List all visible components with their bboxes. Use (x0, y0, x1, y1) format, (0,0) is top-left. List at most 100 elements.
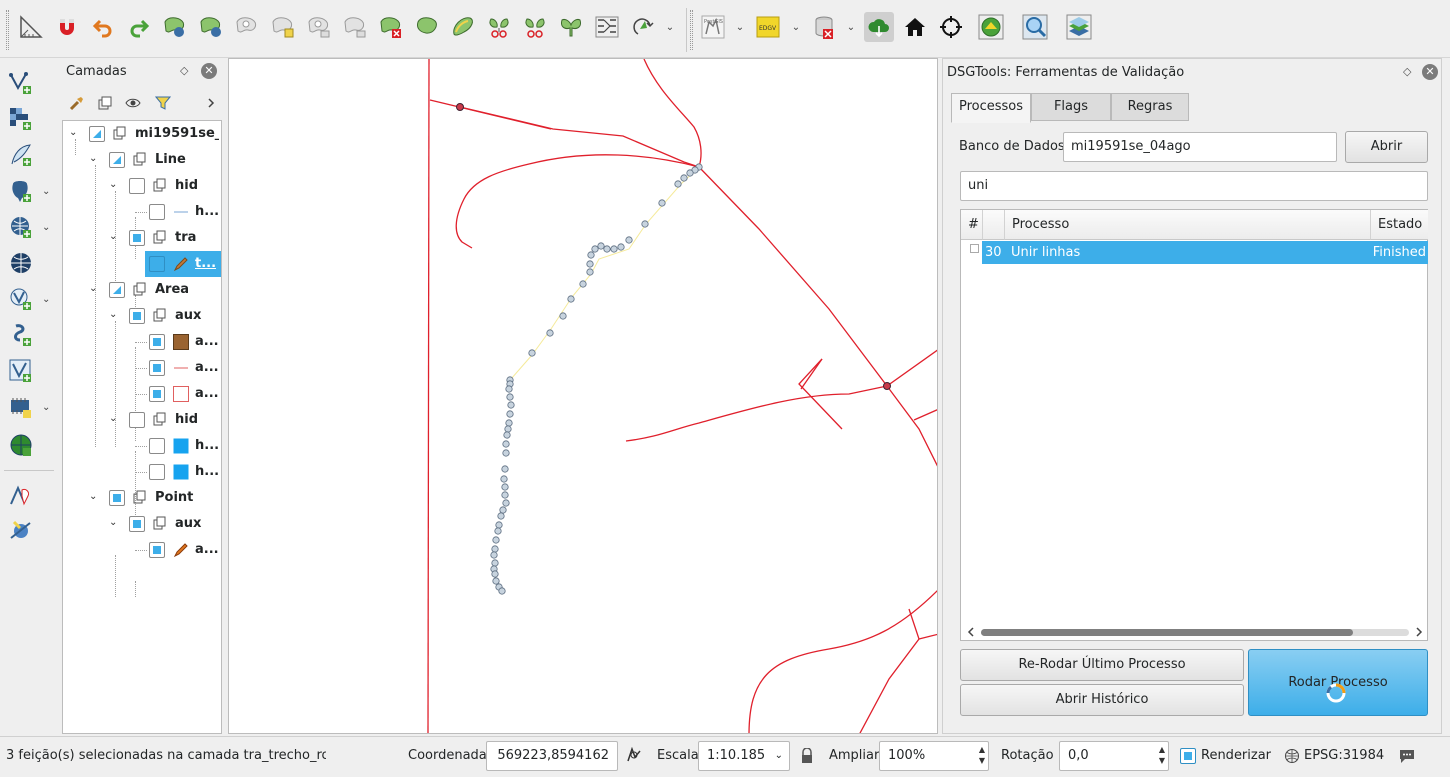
add-virtual-layer-icon[interactable] (6, 284, 36, 314)
redo-icon[interactable] (124, 12, 154, 42)
collapse-arrow-icon[interactable]: ⌄ (89, 491, 99, 503)
layer-checkbox[interactable] (149, 360, 165, 376)
add-wms-layer-icon[interactable] (6, 212, 36, 242)
home-icon[interactable] (900, 12, 930, 42)
rotation-spinbox[interactable]: 0,0 ▲ ▼ (1059, 741, 1169, 771)
merge-features-icon[interactable] (556, 12, 586, 42)
identify-features-icon[interactable] (6, 482, 36, 512)
search-map-icon[interactable] (1020, 12, 1050, 42)
collapse-arrow-icon[interactable]: ⌄ (109, 413, 119, 425)
tab-regras[interactable]: Regras (1111, 93, 1189, 121)
layer-checkbox[interactable] (149, 204, 165, 220)
map-vertex[interactable] (456, 103, 464, 111)
toolbar-grip[interactable] (6, 10, 9, 50)
float-panel-icon[interactable]: ◇ (1403, 65, 1411, 78)
tree-item-layer[interactable]: a... (63, 537, 221, 563)
delete-feature-icon[interactable] (376, 12, 406, 42)
float-panel-icon[interactable]: ◇ (180, 64, 188, 77)
tree-item-layer[interactable]: a... (63, 355, 221, 381)
scroll-left-icon[interactable] (965, 626, 977, 638)
select-feature-icon[interactable] (6, 516, 36, 546)
column-header-id[interactable]: # (961, 210, 983, 240)
render-checkbox[interactable] (1180, 748, 1196, 764)
chevron-down-icon[interactable]: ⌄ (42, 222, 50, 233)
cloud-icon[interactable] (864, 12, 894, 42)
scrollbar-thumb[interactable] (981, 629, 1353, 636)
horizontal-scrollbar[interactable] (965, 626, 1423, 638)
snapping-magnet-icon[interactable] (52, 12, 82, 42)
open-history-button[interactable]: Abrir Histórico (960, 684, 1244, 716)
spin-arrows-icon[interactable]: ▲ ▼ (1159, 744, 1165, 766)
collapse-arrow-icon[interactable]: ⌄ (109, 517, 119, 529)
scroll-right-icon[interactable] (1413, 626, 1425, 638)
layer-checkbox[interactable] (149, 542, 165, 558)
add-xyz-layer-icon[interactable] (6, 430, 36, 460)
layer-checkbox[interactable] (129, 178, 145, 194)
layer-checkbox[interactable] (129, 308, 145, 324)
database-field[interactable]: mi19591se_04ago (1063, 132, 1337, 162)
delete-part-icon[interactable] (340, 12, 370, 42)
chevron-down-icon[interactable]: ⌄ (42, 294, 50, 305)
layer-checkbox[interactable] (129, 412, 145, 428)
add-mesh-layer-icon[interactable] (6, 356, 36, 386)
chevron-down-icon[interactable]: ⌄ (775, 742, 783, 770)
style-layer-icon[interactable] (68, 94, 86, 112)
add-delimited-text-icon[interactable] (6, 140, 36, 170)
add-group-icon[interactable] (96, 94, 114, 112)
layer-checkbox[interactable] (149, 464, 165, 480)
tree-item-area-group[interactable]: ⌄ Area (63, 277, 221, 303)
target-icon[interactable] (936, 12, 966, 42)
database-delete-icon[interactable] (809, 12, 839, 42)
chevron-down-icon[interactable]: ⌄ (42, 186, 50, 197)
layer-checkbox[interactable] (149, 438, 165, 454)
toggle-extents-icon[interactable] (626, 747, 642, 763)
layer-checkbox[interactable] (129, 516, 145, 532)
map-canvas[interactable] (228, 58, 938, 734)
add-vector-layer-icon[interactable] (6, 68, 36, 98)
layers-stack-icon[interactable] (1064, 12, 1094, 42)
merge-attributes-icon[interactable] (592, 12, 622, 42)
column-header-process[interactable]: Processo (1005, 210, 1371, 240)
tree-item-layer-selected[interactable]: t... (145, 251, 221, 277)
undo-icon[interactable] (88, 12, 118, 42)
rotate-point-icon[interactable] (628, 12, 658, 42)
layer-checkbox[interactable] (109, 282, 125, 298)
add-database-layer-icon[interactable] (6, 392, 36, 422)
chevron-down-icon[interactable]: ⌄ (790, 22, 802, 34)
tree-item-hid-group[interactable]: ⌄ hid (63, 173, 221, 199)
edgv-icon[interactable]: EDGV (753, 12, 783, 42)
collapse-arrow-icon[interactable]: ⌄ (109, 309, 119, 321)
collapse-arrow-icon[interactable]: ⌄ (109, 231, 119, 243)
chevron-down-icon[interactable]: ⌄ (42, 402, 50, 413)
layer-checkbox[interactable] (109, 490, 125, 506)
add-part-icon[interactable] (268, 12, 298, 42)
add-wfs-layer-icon[interactable] (6, 248, 36, 278)
edit-feature-icon[interactable] (160, 12, 190, 42)
map-vertex[interactable] (883, 382, 891, 390)
open-button[interactable]: Abrir (1345, 131, 1428, 163)
tree-item-layer[interactable]: h... (63, 459, 221, 485)
eye-icon[interactable] (124, 94, 142, 112)
rerun-last-process-button[interactable]: Re-Rodar Último Processo (960, 649, 1244, 681)
coordinate-field[interactable]: 569223,8594162 (486, 741, 618, 771)
layer-checkbox[interactable] (109, 152, 125, 168)
filter-input[interactable]: uni (960, 171, 1428, 201)
collapse-arrow-icon[interactable]: ⌄ (89, 153, 99, 165)
messages-icon[interactable] (1398, 747, 1416, 765)
move-feature-icon[interactable] (196, 12, 226, 42)
tree-item-layer[interactable]: a... (63, 329, 221, 355)
tree-item-aux-group[interactable]: ⌄ aux (63, 303, 221, 329)
map-icon[interactable] (976, 12, 1006, 42)
tree-item-tra-group[interactable]: ⌄ tra (63, 225, 221, 251)
split-parts-icon[interactable] (520, 12, 550, 42)
lock-scale-icon[interactable] (800, 748, 814, 764)
add-spatialite-layer-icon[interactable] (6, 320, 36, 350)
collapse-arrow-icon[interactable]: ⌄ (69, 127, 79, 139)
tab-flags[interactable]: Flags (1031, 93, 1111, 121)
offset-curve-icon[interactable] (448, 12, 478, 42)
split-features-icon[interactable] (484, 12, 514, 42)
tree-item-layer[interactable]: a... (63, 381, 221, 407)
add-postgis-layer-icon[interactable] (6, 176, 36, 206)
add-raster-layer-icon[interactable] (6, 104, 36, 134)
layer-checkbox[interactable] (149, 386, 165, 402)
